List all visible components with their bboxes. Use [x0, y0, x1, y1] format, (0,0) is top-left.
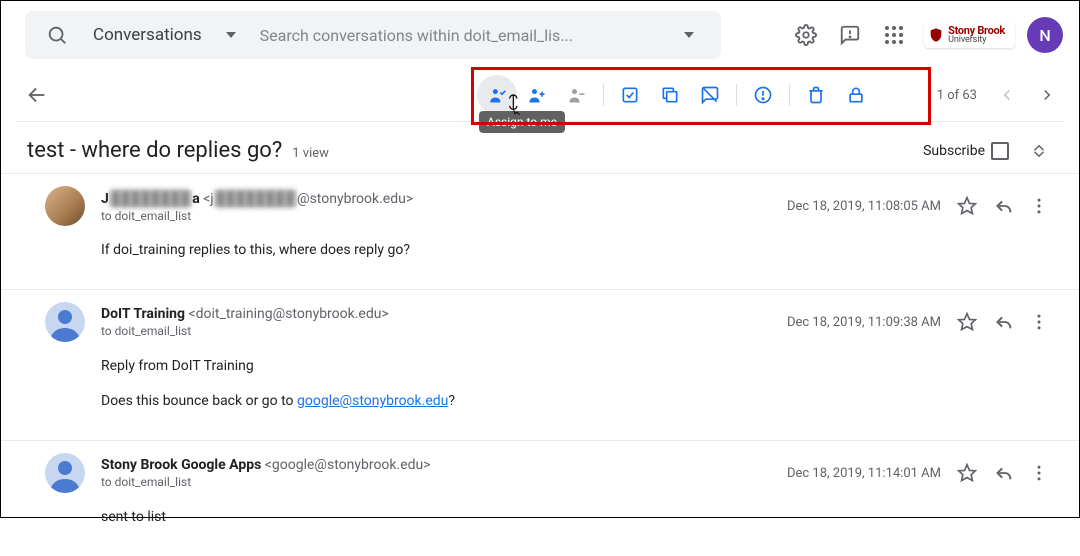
top-bar: Conversations Search conversations withi…: [1, 1, 1079, 69]
sender-avatar[interactable]: [45, 453, 85, 493]
delete-button[interactable]: [796, 75, 836, 115]
search-icon[interactable]: [33, 11, 81, 59]
from-line: J████████a <j████████@stonybrook.edu>: [101, 190, 787, 207]
feedback-icon[interactable]: [830, 15, 870, 55]
search-options-dropdown-icon[interactable]: [665, 11, 713, 59]
reply-all-icon[interactable]: [985, 455, 1021, 491]
account-avatar[interactable]: N: [1027, 17, 1063, 53]
tooltip: Assign to me: [479, 111, 565, 133]
separator: [603, 84, 604, 106]
pagination: 1 of 63: [927, 75, 1067, 115]
subscribe-checkbox[interactable]: [991, 142, 1009, 160]
timestamp: Dec 18, 2019, 11:14:01 AM: [787, 466, 949, 481]
back-button[interactable]: [17, 75, 57, 115]
apps-grid-icon[interactable]: [874, 15, 914, 55]
assign-to-user-button[interactable]: [517, 75, 557, 115]
more-icon[interactable]: [1021, 455, 1057, 491]
timestamp: Dec 18, 2019, 11:09:38 AM: [787, 315, 949, 330]
message-body: If doi_training replies to this, where d…: [45, 226, 1057, 261]
gear-icon[interactable]: [786, 15, 826, 55]
thread-view-count: 1 view: [292, 146, 329, 161]
chevron-down-icon: [226, 30, 236, 40]
separator: [789, 84, 790, 106]
more-icon[interactable]: [1021, 188, 1057, 224]
mark-complete-button[interactable]: [610, 75, 650, 115]
from-line: DoIT Training <doit_training@stonybrook.…: [101, 306, 787, 322]
action-icons-group: Assign to me: [477, 75, 876, 115]
subscribe-toggle[interactable]: Subscribe: [923, 142, 1009, 160]
message: DoIT Training <doit_training@stonybrook.…: [1, 289, 1079, 440]
duplicate-button[interactable]: [650, 75, 690, 115]
message: J████████a <j████████@stonybrook.edu> to…: [1, 173, 1079, 289]
no-response-needed-button[interactable]: [690, 75, 730, 115]
star-icon[interactable]: [949, 455, 985, 491]
to-line: to doit_email_list: [101, 324, 787, 338]
search-scope-dropdown[interactable]: Conversations: [81, 25, 248, 45]
message-body: Reply from DoIT Training Does this bounc…: [45, 342, 1057, 412]
from-line: Stony Brook Google Apps <google@stonybro…: [101, 457, 787, 473]
thread-toolbar: Assign to me 1 of 63: [1, 69, 1079, 121]
sender-avatar[interactable]: [45, 186, 85, 226]
reply-all-icon[interactable]: [985, 304, 1021, 340]
collapse-all-button[interactable]: [1021, 142, 1057, 160]
unassign-button[interactable]: [557, 75, 597, 115]
separator: [736, 84, 737, 106]
to-line: to doit_email_list: [101, 209, 787, 223]
message: Stony Brook Google Apps <google@stonybro…: [1, 440, 1079, 556]
star-icon[interactable]: [949, 304, 985, 340]
to-line: to doit_email_list: [101, 475, 787, 489]
more-icon[interactable]: [1021, 304, 1057, 340]
subscribe-label: Subscribe: [923, 143, 985, 159]
prev-page-button[interactable]: [987, 75, 1027, 115]
search-scope-label: Conversations: [93, 25, 202, 45]
reply-all-icon[interactable]: [985, 188, 1021, 224]
org-logo: Stony Brook University: [924, 22, 1015, 48]
search-input[interactable]: Search conversations within doit_email_l…: [248, 26, 665, 45]
message-body: sent to list: [45, 493, 1057, 528]
shield-icon: [928, 26, 944, 44]
lock-button[interactable]: [836, 75, 876, 115]
thread-subject: test - where do replies go?: [27, 138, 282, 163]
top-right-actions: Stony Brook University N: [786, 15, 1063, 55]
org-name-line2: University: [948, 36, 1005, 45]
next-page-button[interactable]: [1027, 75, 1067, 115]
assign-to-me-button[interactable]: Assign to me: [477, 75, 517, 115]
search-container[interactable]: Conversations Search conversations withi…: [25, 11, 721, 59]
email-link[interactable]: google@stonybrook.edu: [297, 393, 448, 409]
pagination-label: 1 of 63: [927, 88, 987, 103]
sender-avatar[interactable]: [45, 302, 85, 342]
timestamp: Dec 18, 2019, 11:08:05 AM: [787, 199, 949, 214]
star-icon[interactable]: [949, 188, 985, 224]
report-spam-button[interactable]: [743, 75, 783, 115]
